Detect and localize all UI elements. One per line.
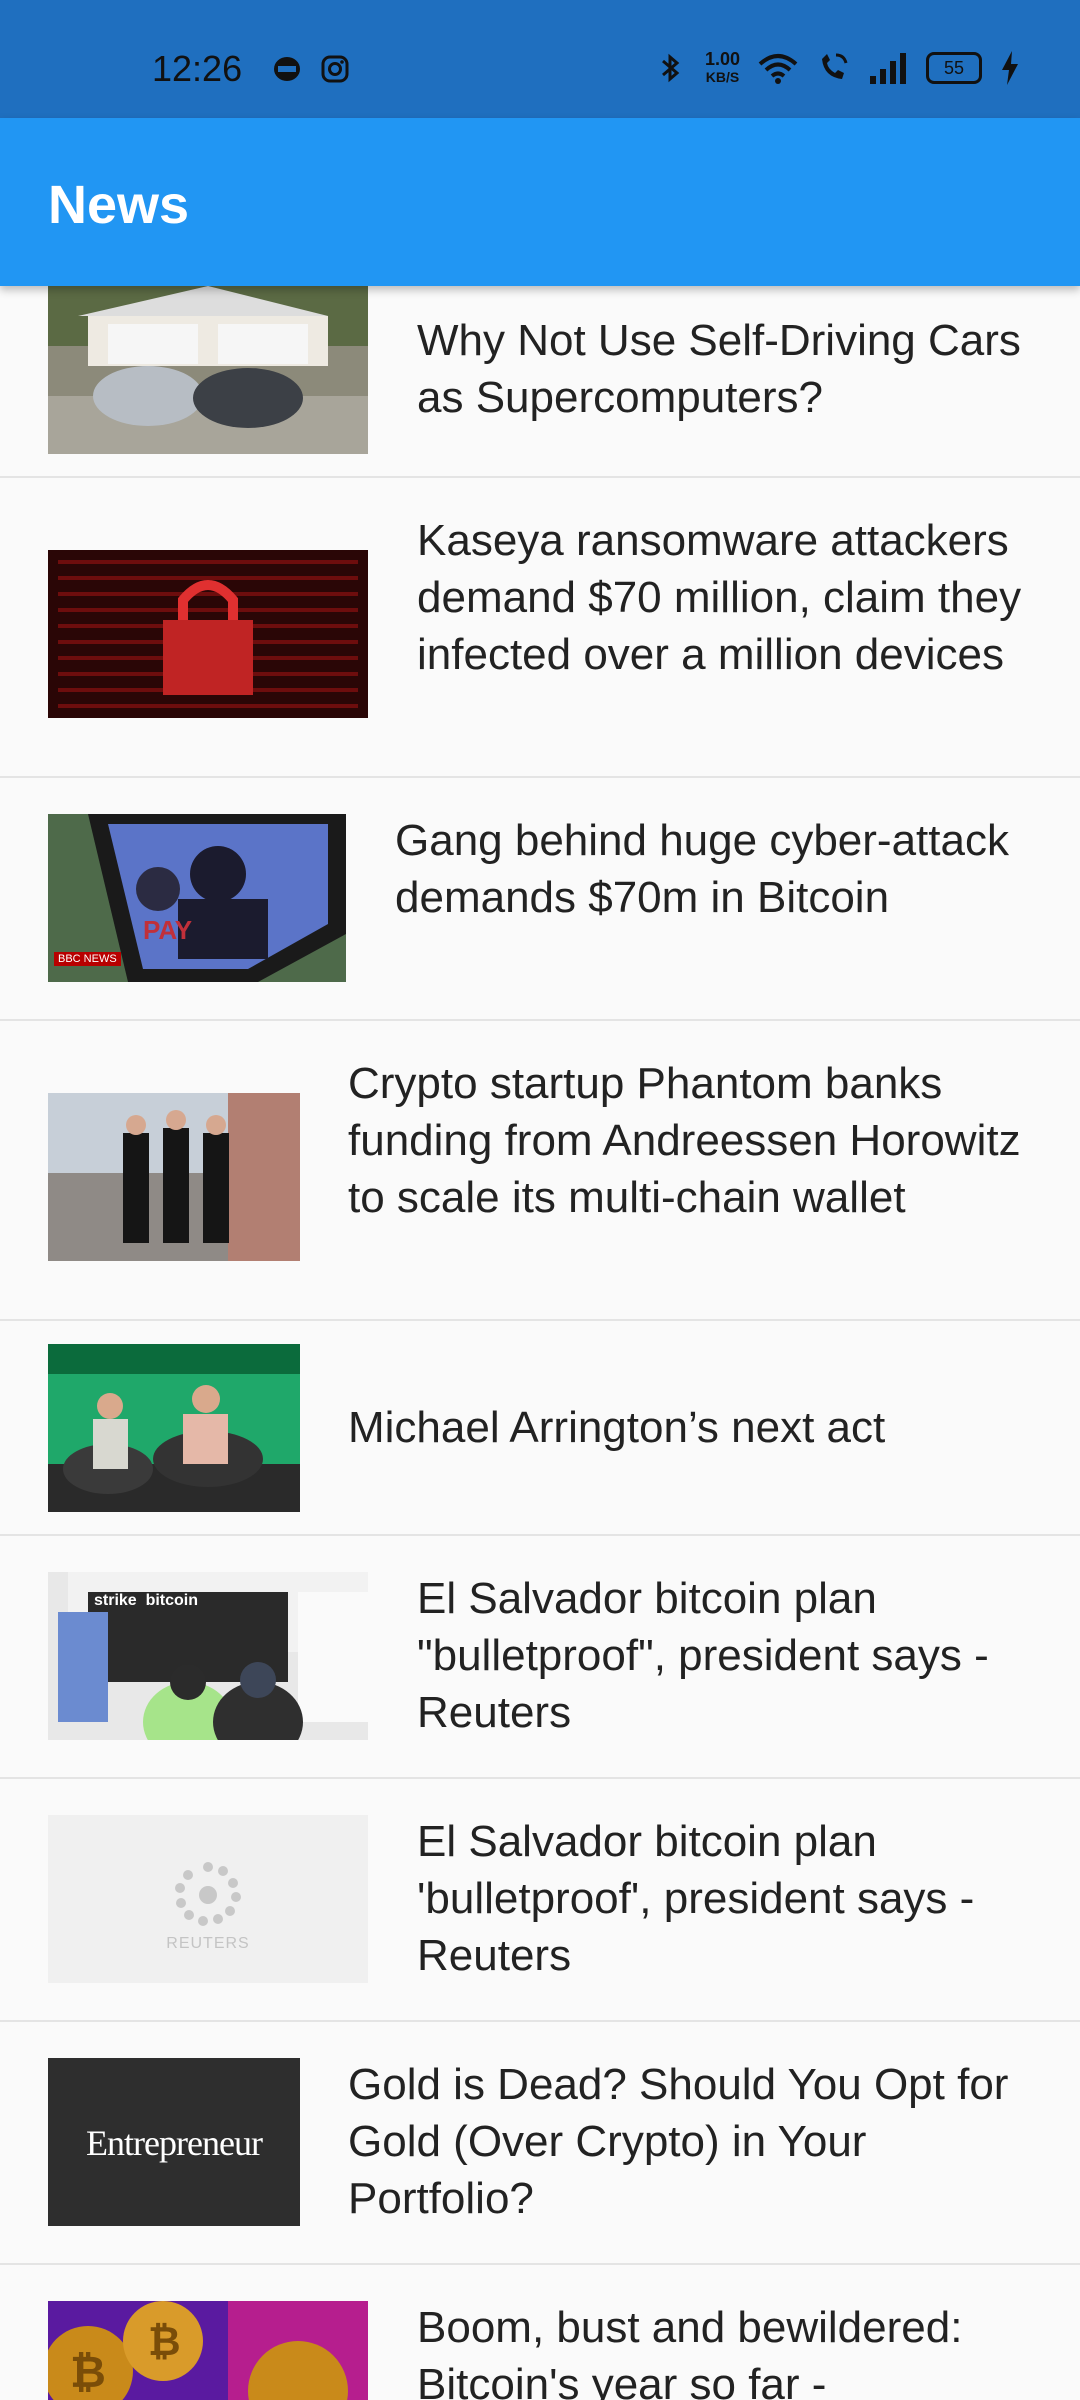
network-speed: 1.00 KB/S (705, 50, 740, 86)
list-item[interactable]: strike bitcoin El Salvador bitcoin plan … (0, 1536, 1080, 1779)
entrepreneur-logo-thumbnail: Entrepreneur (48, 2058, 300, 2226)
article-title: Gold is Dead? Should You Opt for Gold (O… (348, 2060, 1009, 2223)
instagram-icon (320, 54, 350, 84)
entrepreneur-logo-text: Entrepreneur (86, 2123, 263, 2163)
battery-icon: 55 (926, 52, 982, 84)
strike-bitcoin-thumbnail: strike bitcoin (48, 1572, 368, 1740)
article-title: Gang behind huge cyber-attack demands $7… (395, 816, 1009, 922)
list-item[interactable]: Michael Arrington’s next act (0, 1321, 1080, 1536)
svg-text:₿: ₿ (70, 2348, 106, 2397)
burger-king-icon (272, 54, 302, 84)
list-item[interactable]: ₿ ₿ Boom, bust and bewildered: Bitcoin's… (0, 2265, 1080, 2400)
reuters-logo-text: REUTERS (166, 1935, 250, 1952)
tesla-cars-thumbnail (48, 286, 368, 454)
bluetooth-icon (653, 51, 687, 85)
svg-text:₿: ₿ (148, 2320, 181, 2364)
network-speed-unit: KB/S (705, 69, 740, 85)
signal-icon (868, 52, 908, 84)
reuters-logo-thumbnail: REUTERS (48, 1815, 368, 1983)
app-bar: News (0, 118, 1080, 286)
stage-interview-thumbnail (48, 1344, 300, 1512)
list-item[interactable]: Crypto startup Phantom banks funding fro… (0, 1021, 1080, 1321)
hacker-laptop-thumbnail: PAY BBC NEWS (48, 814, 346, 982)
battery-level: 55 (943, 58, 965, 78)
list-item[interactable]: Kaseya ransomware attackers demand $70 m… (0, 478, 1080, 778)
article-title: El Salvador bitcoin plan "bulletproof", … (417, 1574, 989, 1737)
list-item[interactable]: Entrepreneur Gold is Dead? Should You Op… (0, 2022, 1080, 2265)
network-speed-value: 1.00 (704, 49, 740, 69)
list-item[interactable]: REUTERS El Salvador bitcoin plan 'bullet… (0, 1779, 1080, 2022)
list-item[interactable]: PAY BBC NEWS Gang behind huge cyber-atta… (0, 778, 1080, 1021)
article-title: Crypto startup Phantom banks funding fro… (348, 1059, 1021, 1222)
status-bar: 12:26 1.00 KB/S 55 (0, 0, 1080, 118)
founders-thumbnail (48, 1093, 300, 1261)
article-title: Boom, bust and bewildered: Bitcoin's yea… (417, 2303, 963, 2400)
bbc-news-badge: BBC NEWS (54, 952, 121, 966)
wifi-calling-icon (816, 51, 850, 85)
article-title: Kaseya ransomware attackers demand $70 m… (417, 516, 1022, 679)
page-title: News (48, 175, 190, 235)
strike-bitcoin-sign: strike bitcoin (94, 1592, 199, 1609)
charging-icon (1000, 51, 1020, 85)
article-title: Why Not Use Self-Driving Cars as Superco… (417, 316, 1021, 422)
list-item[interactable]: Why Not Use Self-Driving Cars as Superco… (0, 286, 1080, 478)
article-title: Michael Arrington’s next act (348, 1403, 886, 1452)
wifi-icon (758, 52, 798, 84)
article-title: El Salvador bitcoin plan 'bulletproof', … (417, 1817, 975, 1980)
bitcoin-coins-thumbnail: ₿ ₿ (48, 2301, 368, 2400)
status-time: 12:26 (152, 48, 243, 89)
news-list[interactable]: Why Not Use Self-Driving Cars as Superco… (0, 286, 1080, 2400)
ransomware-lock-thumbnail (48, 550, 368, 718)
svg-text:PAY: PAY (143, 915, 192, 945)
